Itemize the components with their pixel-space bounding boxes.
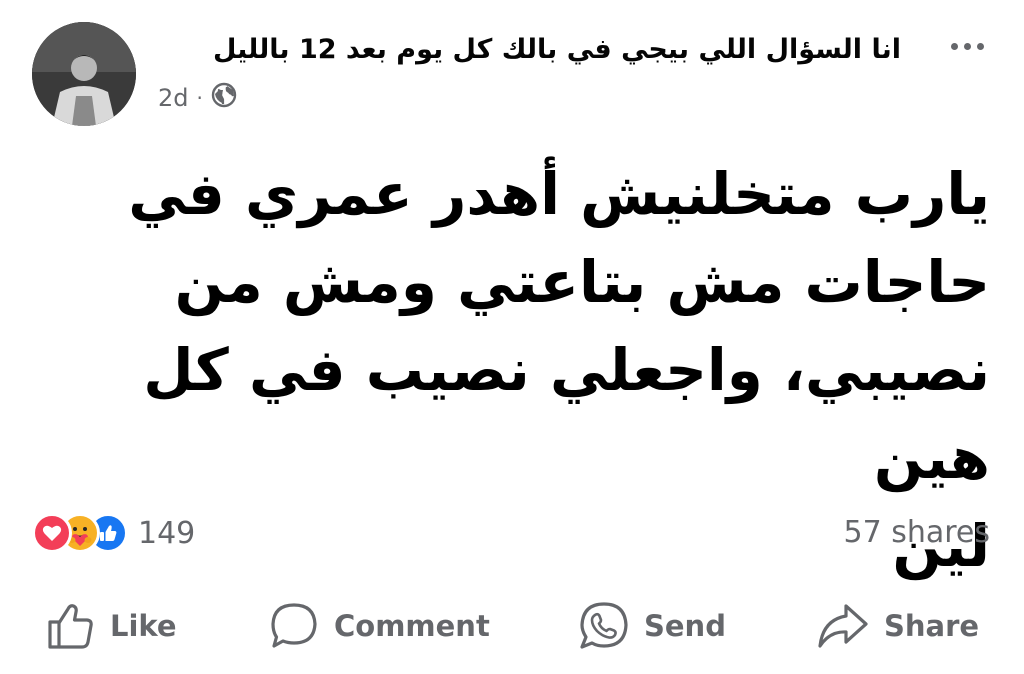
more-options-icon-dot xyxy=(976,42,984,50)
comment-icon xyxy=(271,603,317,648)
avatar[interactable] xyxy=(32,22,136,126)
profile-photo xyxy=(32,22,136,126)
more-options-button[interactable] xyxy=(942,26,992,66)
send-label: Send xyxy=(644,609,726,643)
share-label: Share xyxy=(884,609,980,643)
globe-icon[interactable] xyxy=(211,82,237,114)
more-options-icon-dot xyxy=(963,42,971,50)
share-button[interactable]: Share xyxy=(816,596,979,656)
share-icon xyxy=(818,604,868,648)
like-label: Like xyxy=(110,609,177,643)
like-button[interactable]: Like xyxy=(46,596,177,656)
comment-label: Comment xyxy=(334,609,490,643)
comment-button[interactable]: Comment xyxy=(268,596,490,656)
post-time[interactable]: 2d xyxy=(158,84,189,112)
post-text-line: يارب متخلنيش أهدر عمري في xyxy=(128,160,990,228)
post-text-line: حاجات مش بتاعتي ومش من xyxy=(174,248,990,316)
action-bar: Like Comment Send Share xyxy=(0,596,1024,656)
more-options-icon xyxy=(950,42,958,50)
send-button[interactable]: Send xyxy=(578,596,726,656)
love-reaction-icon xyxy=(32,513,72,553)
meta-separator: · xyxy=(196,86,203,110)
whatsapp-icon xyxy=(580,602,628,649)
like-icon xyxy=(48,604,93,649)
post-text-line: نصيبي، واجعلي نصيب في كل هين xyxy=(143,336,990,492)
reaction-count[interactable]: 149 xyxy=(138,516,195,551)
reactions-summary[interactable]: 149 xyxy=(32,511,195,555)
page-name[interactable]: انا السؤال اللي بيجي في بالك كل يوم بعد … xyxy=(156,28,901,72)
shares-count[interactable]: 57 shares xyxy=(844,511,991,555)
post-meta: 2d · xyxy=(158,80,237,116)
